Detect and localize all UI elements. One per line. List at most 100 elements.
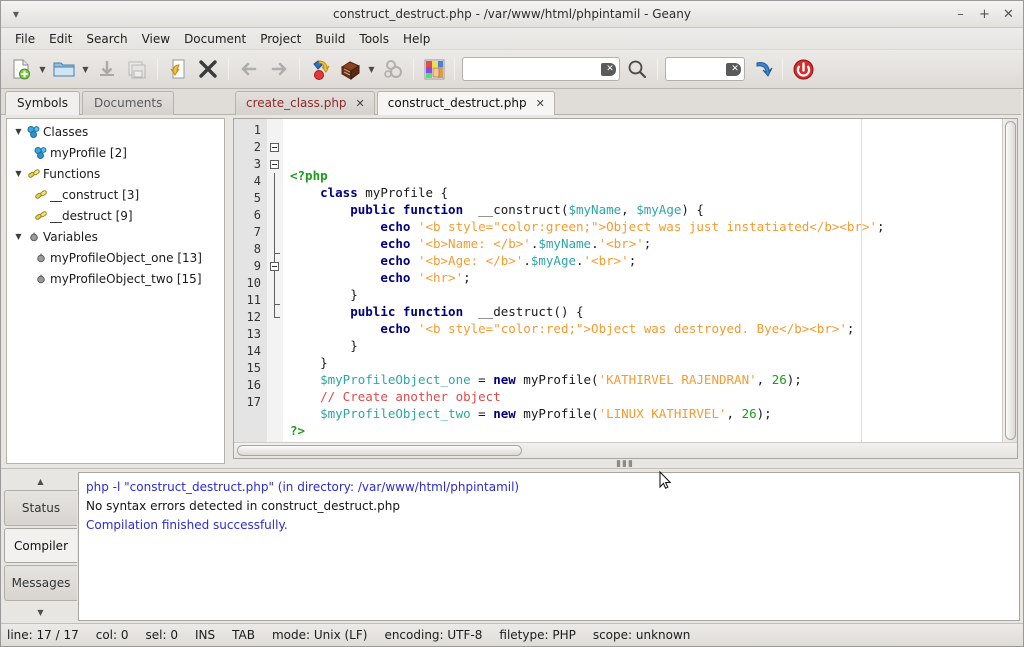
navigate-forward-button[interactable] bbox=[264, 54, 294, 85]
open-recent-dropdown-icon[interactable]: ▼ bbox=[79, 54, 92, 85]
fold-row bbox=[267, 224, 283, 241]
code-token: <?php bbox=[290, 168, 328, 183]
sidebar-tab-symbols[interactable]: Symbols bbox=[5, 91, 80, 115]
editor-frame: 1 2 3 4 5 6 7 8 9 10 11 12 13 14 15 16 1… bbox=[233, 118, 1018, 459]
code-token: public function bbox=[350, 304, 464, 319]
new-document-button[interactable] bbox=[6, 54, 36, 85]
code-token: } bbox=[290, 338, 358, 353]
color-chooser-button[interactable] bbox=[419, 54, 449, 85]
code-token: echo bbox=[380, 236, 411, 251]
fold-margin[interactable] bbox=[267, 119, 283, 442]
save-button[interactable] bbox=[92, 54, 122, 85]
tree-node-myprofileobject-one[interactable]: myProfileObject_one [13] bbox=[7, 247, 224, 268]
code-line: // Create another object bbox=[283, 388, 1002, 405]
menu-item-build[interactable]: Build bbox=[308, 30, 352, 48]
menu-item-edit[interactable]: Edit bbox=[42, 30, 79, 48]
compiler-output[interactable]: php -l "construct_destruct.php" (in dire… bbox=[78, 472, 1020, 621]
line-number-gutter: 1 2 3 4 5 6 7 8 9 10 11 12 13 14 15 16 1… bbox=[234, 119, 267, 442]
menu-item-tools[interactable]: Tools bbox=[352, 30, 396, 48]
fold-end-icon bbox=[274, 317, 280, 318]
compile-button[interactable] bbox=[305, 54, 335, 85]
scrollbar-thumb[interactable] bbox=[1005, 121, 1016, 440]
tree-node-myprofileobject-two[interactable]: myProfileObject_two [15] bbox=[7, 268, 224, 289]
clear-goto-icon[interactable]: ✕ bbox=[726, 62, 741, 76]
menu-item-help[interactable]: Help bbox=[396, 30, 437, 48]
tree-node-functions[interactable]: ▼ Functions bbox=[7, 163, 224, 184]
output-line: Compilation finished successfully. bbox=[86, 518, 288, 532]
line-number: 3 bbox=[253, 157, 261, 171]
document-tab-construct-destruct[interactable]: construct_destruct.php ✕ bbox=[376, 91, 555, 115]
code-token: myProfile( bbox=[515, 406, 599, 421]
window-controls: – + ✕ bbox=[954, 8, 1015, 21]
clear-search-icon[interactable]: ✕ bbox=[601, 62, 616, 76]
build-dropdown-icon[interactable]: ▼ bbox=[365, 54, 378, 85]
tree-node-classes[interactable]: ▼ Classes bbox=[7, 121, 224, 142]
tree-node-label: myProfile [2] bbox=[50, 145, 127, 160]
fold-line-icon bbox=[274, 241, 275, 258]
fold-toggle-icon[interactable] bbox=[270, 143, 279, 152]
save-all-button[interactable] bbox=[122, 54, 152, 85]
editor-horizontal-scrollbar[interactable] bbox=[234, 442, 1017, 458]
code-token: public function bbox=[350, 202, 464, 217]
build-button[interactable] bbox=[335, 54, 365, 85]
sidebar-tabs: Symbols Documents bbox=[1, 89, 229, 115]
expander-icon[interactable]: ▼ bbox=[12, 127, 25, 136]
close-tab-icon[interactable]: ✕ bbox=[536, 97, 545, 110]
scrollbar-thumb[interactable] bbox=[237, 445, 522, 456]
panel-resize-grip[interactable]: ▮▮▮ bbox=[229, 459, 1021, 469]
navigate-back-button[interactable] bbox=[234, 54, 264, 85]
new-document-dropdown-icon[interactable]: ▼ bbox=[36, 54, 49, 85]
message-tab-messages[interactable]: Messages bbox=[4, 565, 77, 602]
maximize-button[interactable]: + bbox=[978, 8, 991, 21]
tree-node-variables[interactable]: ▼ Variables bbox=[7, 226, 224, 247]
run-options-button[interactable] bbox=[378, 54, 408, 85]
document-tab-create-class[interactable]: create_class.php ✕ bbox=[235, 91, 375, 115]
search-input-wrapper[interactable]: ✕ bbox=[462, 57, 620, 81]
status-mode: mode: Unix (LF) bbox=[271, 628, 368, 642]
menu-item-document[interactable]: Document bbox=[177, 30, 253, 48]
close-document-button[interactable] bbox=[193, 54, 223, 85]
message-scroll-down-icon[interactable]: ▼ bbox=[4, 603, 77, 621]
open-file-button[interactable] bbox=[49, 54, 79, 85]
tree-node-destruct[interactable]: __destruct [9] bbox=[7, 205, 224, 226]
code-token: . bbox=[576, 253, 584, 268]
close-tab-icon[interactable]: ✕ bbox=[356, 97, 365, 110]
expander-icon[interactable]: ▼ bbox=[12, 232, 25, 241]
menu-item-view[interactable]: View bbox=[135, 30, 177, 48]
message-tab-status[interactable]: Status bbox=[4, 490, 77, 526]
sidebar-tab-documents[interactable]: Documents bbox=[81, 91, 175, 115]
goto-line-input[interactable] bbox=[671, 61, 723, 77]
menu-item-file[interactable]: File bbox=[8, 30, 42, 48]
goto-line-button[interactable] bbox=[747, 54, 777, 85]
tree-node-construct[interactable]: __construct [3] bbox=[7, 184, 224, 205]
open-folder-icon bbox=[53, 62, 75, 77]
revert-button[interactable] bbox=[163, 54, 193, 85]
search-input[interactable] bbox=[468, 61, 598, 77]
menu-caret-icon[interactable]: ▼ bbox=[9, 7, 23, 21]
menu-item-search[interactable]: Search bbox=[79, 30, 134, 48]
code-editor[interactable]: <?php class myProfile { public function … bbox=[283, 119, 1002, 442]
editor-vertical-scrollbar[interactable] bbox=[1002, 119, 1017, 442]
goto-line-input-wrapper[interactable]: ✕ bbox=[665, 57, 745, 81]
close-button[interactable]: ✕ bbox=[1002, 8, 1015, 21]
fold-toggle-icon[interactable] bbox=[270, 160, 279, 169]
tree-node-label: Classes bbox=[43, 124, 89, 139]
expander-icon[interactable]: ▼ bbox=[12, 169, 25, 178]
fold-toggle-icon[interactable] bbox=[270, 262, 279, 271]
tree-node-myprofile[interactable]: myProfile [2] bbox=[7, 142, 224, 163]
variable-icon bbox=[32, 251, 50, 265]
search-button[interactable] bbox=[622, 54, 652, 85]
code-token: echo bbox=[380, 270, 411, 285]
search-icon bbox=[628, 60, 647, 79]
minimize-button[interactable]: – bbox=[954, 8, 967, 21]
fold-row bbox=[267, 122, 283, 139]
message-tab-compiler[interactable]: Compiler bbox=[4, 527, 77, 564]
line-number: 14 bbox=[246, 344, 261, 358]
menu-item-project[interactable]: Project bbox=[253, 30, 308, 48]
message-scroll-up-icon[interactable]: ▲ bbox=[4, 472, 77, 490]
quit-button[interactable] bbox=[788, 54, 818, 85]
